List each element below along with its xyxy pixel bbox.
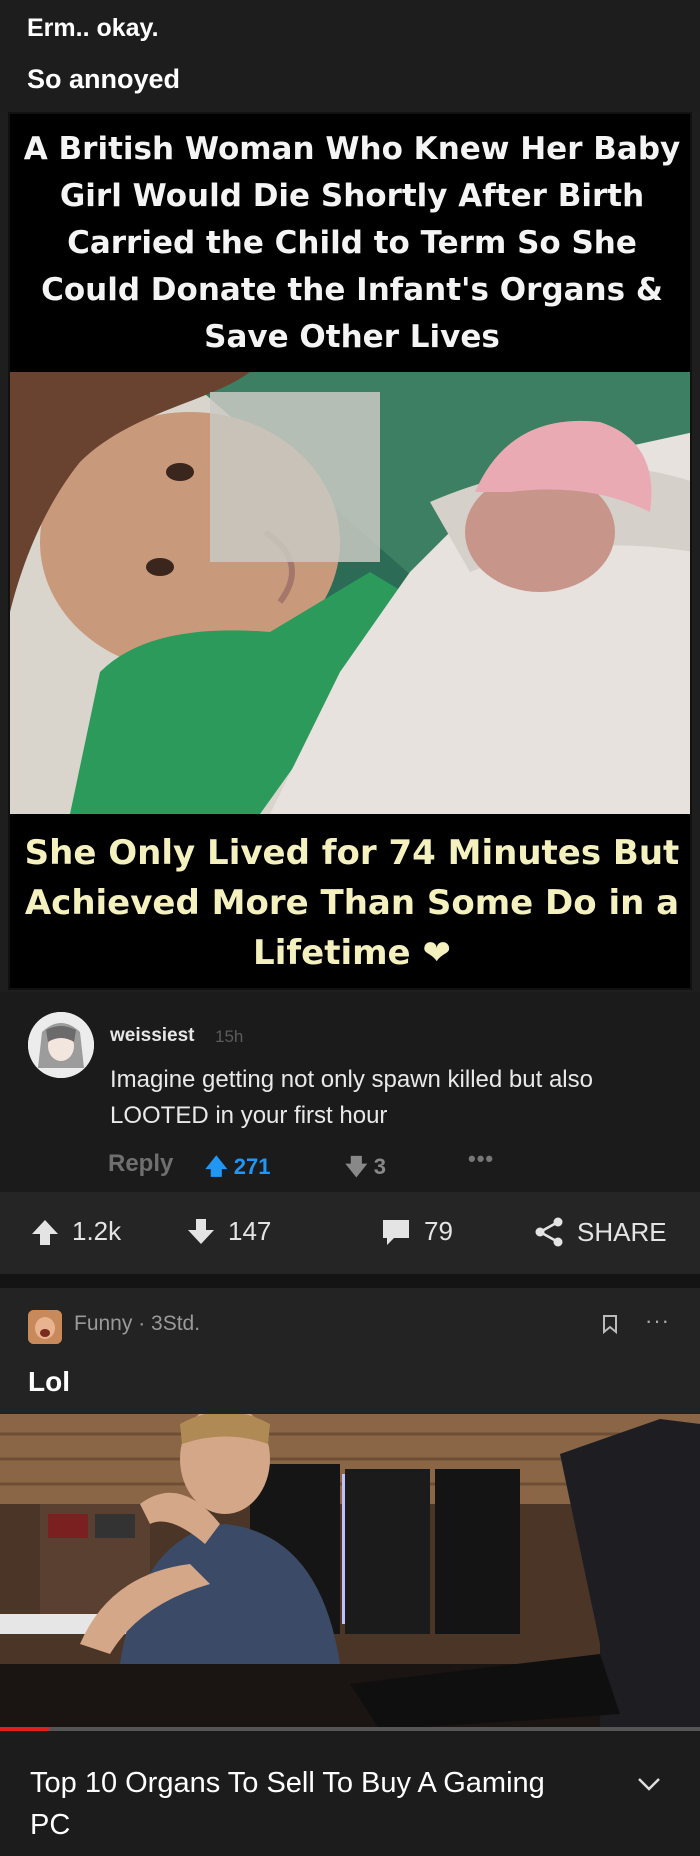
video-thumbnail — [0, 1414, 700, 1730]
arrow-up-icon: 🡅 — [205, 1154, 228, 1179]
upvote-count: 1.2k — [72, 1216, 122, 1246]
meme-caption-box: She Only Lived for 74 Minutes But Achiev… — [10, 814, 690, 988]
meme-headline-box: A British Woman Who Knew Her Baby Girl W… — [10, 114, 690, 372]
upvote-button[interactable]: 1.2k — [30, 1216, 121, 1247]
meme-photo — [10, 372, 690, 814]
reply-button[interactable]: Reply — [108, 1150, 173, 1178]
meme-caption: She Only Lived for 74 Minutes But Achiev… — [24, 833, 680, 973]
comment-text: Imagine getting not only spawn killed bu… — [110, 1066, 593, 1129]
arrow-down-icon: 🡇 — [345, 1154, 368, 1179]
downvote-button[interactable]: 147 — [186, 1216, 271, 1247]
upvote-arrow-icon — [32, 1219, 58, 1245]
downvote-count: 147 — [228, 1216, 272, 1246]
video-player[interactable] — [0, 1414, 700, 1730]
post-subtitle: Erm.. okay. — [27, 14, 159, 42]
comment-downvote-button[interactable]: 🡇 3 — [345, 1150, 386, 1188]
post-separator — [0, 1274, 700, 1288]
comment-upvote-button[interactable]: 🡅 271 — [205, 1150, 270, 1188]
meme-headline: A British Woman Who Knew Her Baby Girl W… — [23, 130, 681, 355]
post-meta[interactable]: Funny · 3Std. — [74, 1312, 200, 1336]
post-title[interactable]: So annoyed — [27, 64, 180, 95]
comment-time: 15h — [215, 1027, 244, 1046]
community-avatar[interactable] — [28, 1310, 62, 1344]
comment-count: 79 — [424, 1216, 453, 1246]
meme-image[interactable]: A British Woman Who Knew Her Baby Girl W… — [8, 112, 692, 990]
chevron-down-icon[interactable] — [636, 1776, 662, 1797]
downvote-arrow-icon — [188, 1218, 214, 1244]
heart-icon: ❤ — [422, 933, 451, 973]
comment-bubble-icon — [383, 1219, 409, 1245]
bookmark-icon[interactable] — [602, 1314, 618, 1339]
share-button[interactable]: SHARE — [533, 1216, 667, 1248]
share-label: SHARE — [577, 1216, 667, 1247]
mother-and-baby-photo — [10, 372, 690, 814]
comment-downvote-count: 3 — [373, 1154, 386, 1179]
comment-username[interactable]: weissiest — [110, 1025, 195, 1047]
share-icon — [535, 1217, 563, 1247]
post-title[interactable]: Lol — [28, 1366, 70, 1398]
comments-button[interactable]: 79 — [380, 1216, 453, 1247]
comment-upvote-count: 271 — [233, 1154, 271, 1179]
post-more-button[interactable]: ··· — [645, 1308, 670, 1334]
comment-more-button[interactable]: ••• — [468, 1146, 494, 1172]
video-title: Top 10 Organs To Sell To Buy A Gaming PC — [30, 1767, 545, 1841]
commenter-avatar[interactable] — [28, 1012, 94, 1078]
